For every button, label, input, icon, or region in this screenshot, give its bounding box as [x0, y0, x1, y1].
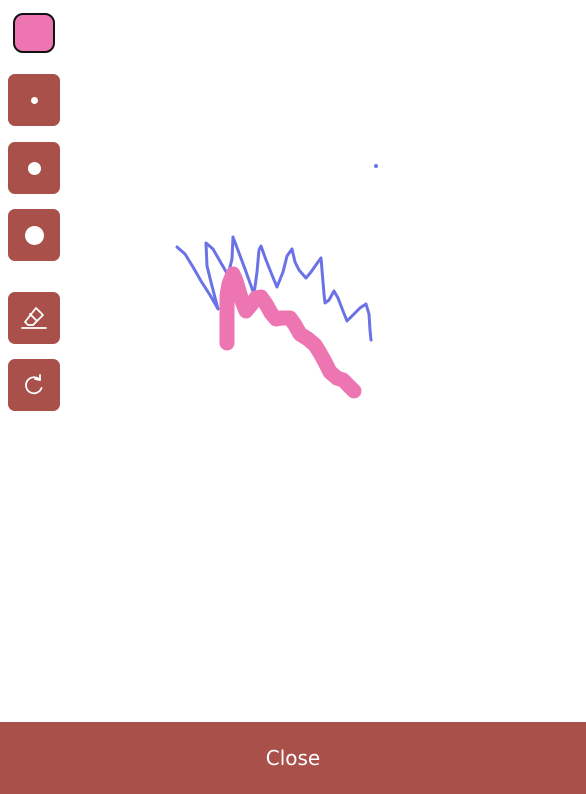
medium-dot-icon — [27, 161, 41, 175]
close-button[interactable]: Close — [0, 722, 586, 794]
small-dot-icon — [30, 96, 38, 104]
blue-dot-stroke — [374, 164, 378, 168]
small-brush-button[interactable] — [8, 74, 60, 126]
close-label: Close — [265, 746, 321, 770]
color-swatch-button[interactable] — [13, 13, 55, 53]
large-dot-icon — [24, 225, 44, 245]
eraser-button[interactable] — [8, 292, 60, 344]
drawing-canvas[interactable] — [0, 0, 586, 722]
drawing-app: Close — [0, 0, 586, 794]
rotate-clockwise-icon — [25, 374, 43, 395]
redo-button[interactable] — [8, 359, 60, 411]
medium-brush-button[interactable] — [8, 142, 60, 194]
eraser-icon — [21, 307, 47, 329]
large-brush-button[interactable] — [8, 209, 60, 261]
